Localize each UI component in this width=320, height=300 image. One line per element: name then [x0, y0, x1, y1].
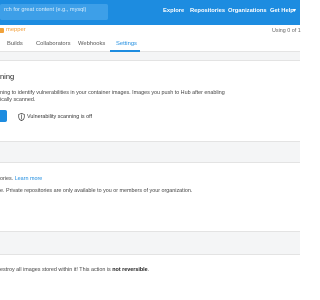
delete-warning: estroy all images stored within it! This…: [0, 267, 149, 273]
visibility-text: ories.: [0, 176, 14, 182]
nav-repositories[interactable]: Repositories: [190, 8, 225, 14]
nav-get-help[interactable]: Get Help: [270, 8, 294, 14]
visibility-description-line-1: ories. Learn more: [0, 176, 42, 182]
tab-collaborators[interactable]: Collaborators: [36, 41, 70, 47]
scanning-description-line-2: ically scanned.: [0, 97, 36, 103]
nav-explore[interactable]: Explore: [163, 8, 184, 14]
top-navigation-bar: rch for great content (e.g., mysql) Expl…: [0, 0, 300, 25]
tab-webhooks[interactable]: Webhooks: [78, 41, 105, 47]
visibility-settings-card: [0, 162, 300, 232]
repository-name[interactable]: mepper: [6, 27, 26, 33]
shield-icon: [18, 113, 25, 121]
delete-warning-end: .: [147, 267, 150, 273]
repo-header: [0, 25, 300, 37]
tab-settings[interactable]: Settings: [116, 41, 137, 47]
delete-repository-card: [0, 254, 300, 300]
repository-tabs: Builds Collaborators Webhooks Settings: [0, 38, 300, 52]
scanning-status: Vulnerability scanning is off: [27, 114, 93, 120]
nav-organizations[interactable]: Organizations: [228, 8, 267, 14]
search-placeholder: rch for great content (e.g., mysql): [4, 7, 87, 13]
tab-builds[interactable]: Builds: [7, 41, 23, 47]
repository-icon: [0, 28, 4, 33]
section-gap: [0, 232, 300, 254]
section-gap: [0, 52, 300, 60]
delete-warning-emphasis: not reversible: [112, 267, 148, 273]
chevron-down-icon[interactable]: ▾: [293, 7, 296, 14]
private-repo-usage: Using 0 of 1: [272, 28, 301, 34]
scanning-section-title: ning: [0, 72, 15, 81]
delete-warning-text: estroy all images stored within it! This…: [0, 267, 111, 273]
visibility-description-line-2: e. Private repositories are only availab…: [0, 188, 193, 194]
learn-more-link[interactable]: Learn more: [15, 176, 43, 182]
enable-scanning-button[interactable]: [0, 110, 7, 122]
vulnerability-scanning-card: [0, 60, 300, 142]
section-gap: [0, 142, 300, 162]
scanning-description-line-1: ning to identify vulnerabilities in your…: [0, 90, 225, 96]
search-input[interactable]: rch for great content (e.g., mysql): [0, 4, 108, 20]
